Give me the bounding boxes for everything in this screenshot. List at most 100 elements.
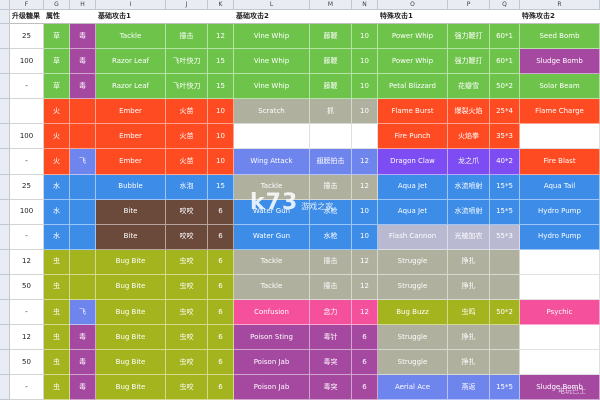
basic-2-name-cell[interactable]: Scratch [234,99,310,125]
special-1-name-cell[interactable]: Aqua Jet [378,174,448,200]
special-1-power-cell[interactable]: 60*1 [490,49,520,75]
special-2-name-cell[interactable] [520,249,600,275]
basic-1-cn-cell[interactable]: 火苗 [166,99,208,125]
row-header[interactable] [0,149,10,175]
type-2-cell[interactable]: 飞 [70,300,96,326]
level-candy-cell[interactable] [10,99,44,125]
basic-1-name-cell[interactable]: Bug Bite [96,300,166,326]
type-1-cell[interactable]: 虫 [44,249,70,275]
type-1-cell[interactable]: 水 [44,224,70,250]
basic-1-power-cell[interactable]: 6 [208,350,234,376]
basic-2-power-cell[interactable]: 10 [352,224,378,250]
basic-2-cn-cell[interactable]: 抓 [310,99,352,125]
basic-1-cn-cell[interactable]: 虫咬 [166,274,208,301]
special-1-power-cell[interactable]: 15*5 [490,199,520,225]
level-candy-cell[interactable]: - [10,74,44,100]
basic-1-cn-cell[interactable]: 虫咬 [166,350,208,376]
level-candy-cell[interactable]: 50 [10,350,44,376]
type-1-cell[interactable]: 虫 [44,274,70,301]
basic-1-name-cell[interactable]: Bug Bite [96,274,166,301]
special-1-power-cell[interactable]: 25*4 [490,99,520,125]
special-1-cn-cell[interactable]: 光棱加农 [448,224,490,250]
type-1-cell[interactable]: 虫 [44,325,70,351]
basic-1-cn-cell[interactable]: 飞叶快刀 [166,49,208,75]
basic-1-name-cell[interactable]: Ember [96,99,166,125]
basic-1-power-cell[interactable]: 6 [208,199,234,225]
type-2-cell[interactable] [70,174,96,200]
row-header[interactable] [0,199,10,225]
special-1-name-cell[interactable]: Struggle [378,249,448,275]
special-1-cn-cell[interactable]: 挣扎 [448,350,490,376]
column-header-g[interactable]: G [44,0,70,10]
column-header-q[interactable]: Q [490,0,520,10]
level-candy-cell[interactable]: 100 [10,124,44,150]
row-header[interactable] [0,300,10,326]
type-2-cell[interactable]: 毒 [70,24,96,50]
basic-2-power-cell[interactable] [352,124,378,150]
basic-2-name-cell[interactable]: Poison Sting [234,325,310,351]
basic-1-name-cell[interactable]: Bug Bite [96,325,166,351]
level-candy-cell[interactable]: 50 [10,274,44,301]
special-2-name-cell[interactable]: Fire Blast [520,149,600,175]
basic-2-cn-cell[interactable]: 毒针 [310,325,352,351]
type-2-cell[interactable]: 毒 [70,350,96,376]
basic-1-power-cell[interactable]: 6 [208,325,234,351]
special-1-name-cell[interactable]: Petal Blizzard [378,74,448,100]
basic-1-power-cell[interactable]: 15 [208,74,234,100]
basic-1-power-cell[interactable]: 6 [208,274,234,301]
type-2-cell[interactable] [70,199,96,225]
header-special-attack-2[interactable]: 特殊攻击2 [520,10,600,24]
level-candy-cell[interactable]: 25 [10,174,44,200]
type-1-cell[interactable]: 草 [44,74,70,100]
corner-cell[interactable] [0,10,10,24]
special-1-cn-cell[interactable]: 龙之爪 [448,149,490,175]
basic-2-name-cell[interactable]: Vine Whip [234,24,310,50]
special-1-cn-cell[interactable]: 火焰拳 [448,124,490,150]
column-header-i[interactable]: I [96,0,166,10]
basic-1-cn-cell[interactable]: 火苗 [166,124,208,150]
type-2-cell[interactable]: 毒 [70,49,96,75]
basic-1-name-cell[interactable]: Bug Bite [96,350,166,376]
special-1-power-cell[interactable] [490,249,520,275]
special-1-cn-cell[interactable]: 强力鞭打 [448,49,490,75]
basic-1-power-cell[interactable]: 6 [208,249,234,275]
special-2-name-cell[interactable]: Hydro Pump [520,199,600,225]
basic-1-name-cell[interactable]: Tackle [96,24,166,50]
special-1-cn-cell[interactable]: 虫鸣 [448,300,490,326]
special-1-power-cell[interactable]: 60*1 [490,24,520,50]
basic-1-name-cell[interactable]: Bite [96,224,166,250]
basic-2-cn-cell[interactable]: 毒突 [310,375,352,400]
basic-2-cn-cell[interactable]: 水枪 [310,224,352,250]
column-header-p[interactable]: P [448,0,490,10]
type-2-cell[interactable] [70,224,96,250]
basic-2-cn-cell[interactable]: 翅膀拍击 [310,149,352,175]
basic-2-name-cell[interactable]: Confusion [234,300,310,326]
level-candy-cell[interactable]: - [10,375,44,400]
basic-1-name-cell[interactable]: Razor Leaf [96,74,166,100]
header-basic-attack-1[interactable]: 基础攻击1 [96,10,234,24]
type-2-cell[interactable]: 飞 [70,149,96,175]
row-header[interactable] [0,375,10,400]
basic-1-power-cell[interactable]: 6 [208,375,234,400]
basic-2-power-cell[interactable]: 6 [352,325,378,351]
header-basic-attack-2[interactable]: 基础攻击2 [234,10,378,24]
basic-1-name-cell[interactable]: Bubble [96,174,166,200]
column-header-h[interactable]: H [70,0,96,10]
basic-1-name-cell[interactable]: Razor Leaf [96,49,166,75]
special-2-name-cell[interactable]: Hydro Pump [520,224,600,250]
special-1-name-cell[interactable]: Struggle [378,325,448,351]
type-1-cell[interactable]: 草 [44,24,70,50]
basic-1-power-cell[interactable]: 10 [208,99,234,125]
basic-2-name-cell[interactable]: Tackle [234,274,310,301]
basic-2-power-cell[interactable]: 10 [352,24,378,50]
level-candy-cell[interactable]: - [10,300,44,326]
column-header-k[interactable]: K [208,0,234,10]
basic-2-cn-cell[interactable]: 藤鞭 [310,24,352,50]
row-header[interactable] [0,174,10,200]
type-1-cell[interactable]: 虫 [44,350,70,376]
basic-2-cn-cell[interactable]: 藤鞭 [310,74,352,100]
level-candy-cell[interactable]: 25 [10,24,44,50]
column-header-o[interactable]: O [378,0,448,10]
row-header[interactable] [0,325,10,351]
row-header[interactable] [0,124,10,150]
